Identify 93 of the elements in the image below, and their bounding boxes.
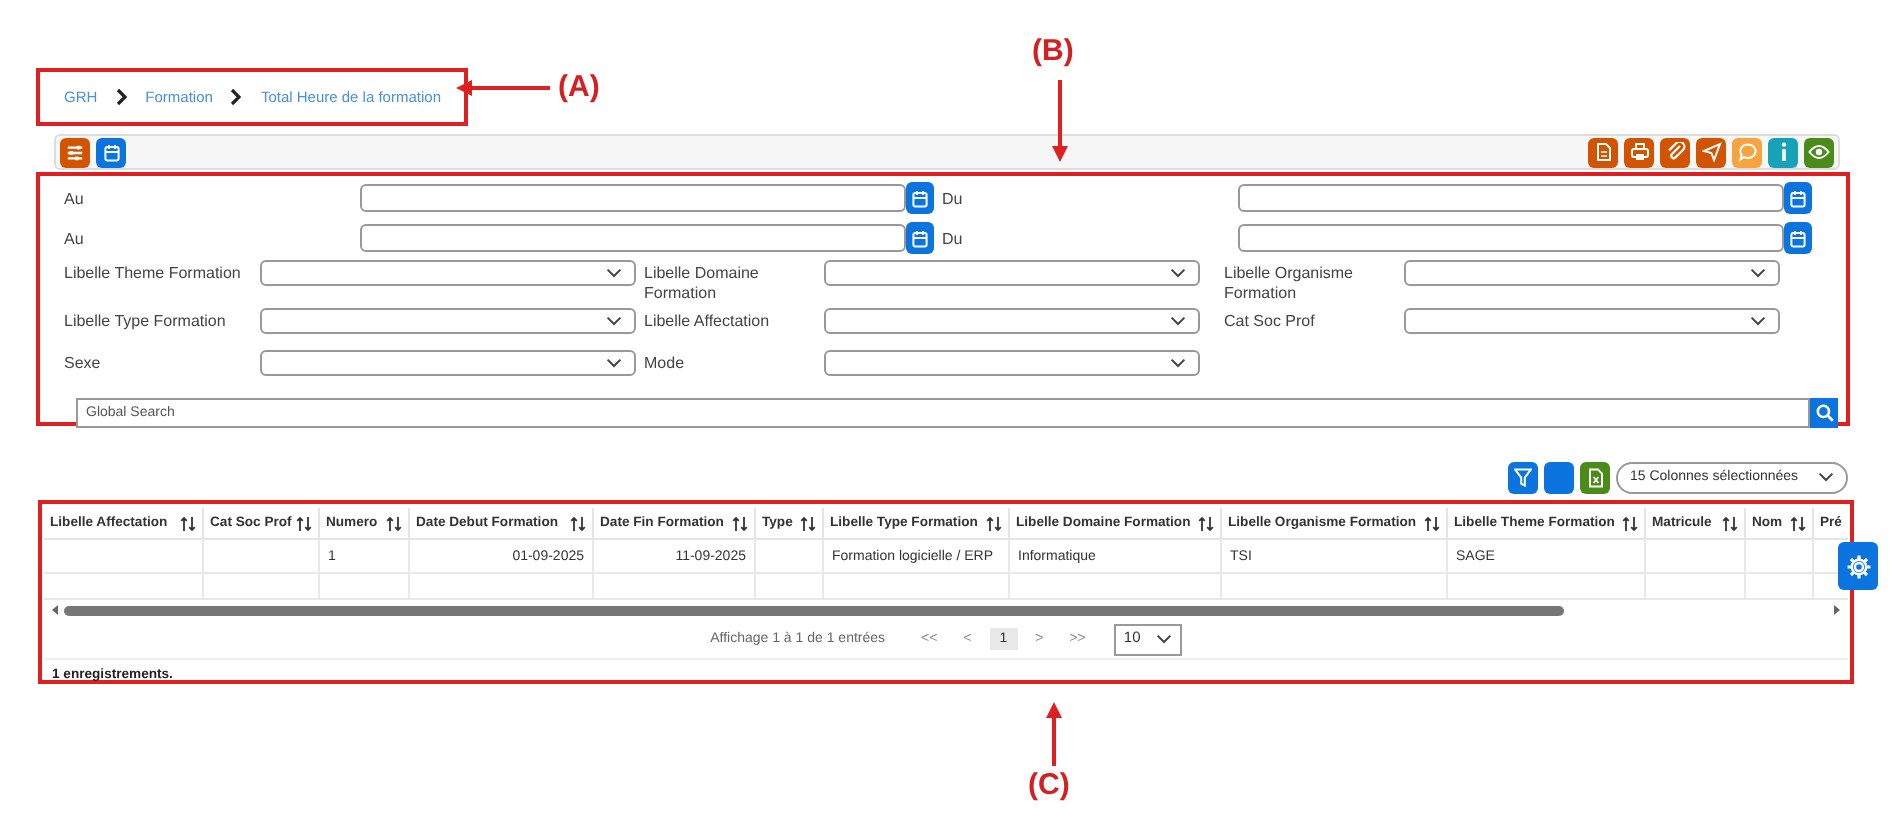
table-cell bbox=[1646, 540, 1746, 574]
sort-icon bbox=[1198, 515, 1214, 531]
toolbar-button[interactable] bbox=[96, 137, 126, 167]
sort-icon bbox=[800, 515, 816, 531]
chevron-down-icon bbox=[1155, 634, 1172, 644]
field-label: Au bbox=[64, 189, 86, 207]
chevron-down-icon bbox=[606, 268, 622, 278]
select-field[interactable] bbox=[260, 350, 636, 376]
annotation-arrow bbox=[1052, 80, 1068, 162]
eye-icon bbox=[1808, 144, 1830, 160]
sort-icon bbox=[1622, 515, 1638, 531]
table-tool-button[interactable] bbox=[1580, 461, 1610, 493]
select-field[interactable] bbox=[824, 350, 1200, 376]
field-label: Au bbox=[64, 229, 86, 247]
field-label: Libelle Domaine Formation bbox=[644, 262, 761, 304]
field-label: Du bbox=[942, 229, 965, 247]
sort-icon bbox=[1722, 515, 1738, 531]
calendar-icon bbox=[103, 143, 119, 161]
select-field[interactable] bbox=[260, 308, 636, 334]
sort-icon bbox=[296, 515, 312, 531]
field-label: Libelle Organisme Formation bbox=[1224, 262, 1355, 304]
toolbar-button[interactable] bbox=[1804, 137, 1834, 167]
calendar-icon bbox=[1790, 189, 1806, 207]
printer-icon bbox=[1629, 142, 1649, 162]
calendar-button[interactable] bbox=[906, 222, 934, 254]
select-field[interactable] bbox=[824, 308, 1200, 334]
toolbar-button[interactable] bbox=[1624, 137, 1654, 167]
table-tool-button[interactable] bbox=[1544, 461, 1574, 493]
date-field[interactable] bbox=[360, 224, 906, 252]
sort-icon bbox=[986, 515, 1002, 531]
date-field[interactable] bbox=[1238, 184, 1784, 212]
field-label: Libelle Type Formation bbox=[64, 310, 228, 332]
calendar-button[interactable] bbox=[1784, 182, 1812, 214]
calendar-icon bbox=[1790, 229, 1806, 247]
select-field[interactable] bbox=[260, 260, 636, 286]
chevron-down-icon bbox=[1818, 472, 1834, 482]
chevron-right-icon bbox=[230, 88, 243, 106]
send-icon bbox=[1701, 142, 1721, 162]
annotation-label: (C) bbox=[1028, 768, 1070, 802]
toolbar-button[interactable] bbox=[60, 137, 90, 167]
spreadsheet-icon bbox=[1587, 467, 1603, 487]
chevron-right-icon bbox=[115, 88, 128, 106]
field-label: Libelle Affectation bbox=[644, 310, 772, 332]
select-field[interactable] bbox=[1404, 308, 1780, 334]
field-label: Cat Soc Prof bbox=[1224, 310, 1317, 332]
search-button[interactable] bbox=[1810, 398, 1838, 428]
settings-button[interactable] bbox=[1838, 542, 1878, 590]
annotation-arrow bbox=[1046, 702, 1062, 766]
sort-icon bbox=[570, 515, 586, 531]
annotation-label: (B) bbox=[1032, 34, 1074, 68]
calendar-button[interactable] bbox=[906, 182, 934, 214]
document-icon bbox=[1593, 142, 1613, 162]
calendar-icon bbox=[912, 189, 928, 207]
toolbar-button[interactable] bbox=[1588, 137, 1618, 167]
paperclip-icon bbox=[1665, 142, 1685, 162]
chevron-down-icon bbox=[1170, 268, 1186, 278]
sort-icon bbox=[386, 515, 402, 531]
table-cell bbox=[756, 540, 824, 574]
sliders-icon bbox=[66, 143, 84, 161]
sort-icon bbox=[1790, 515, 1806, 531]
field-label: Du bbox=[942, 189, 965, 207]
comment-icon bbox=[1737, 142, 1757, 162]
scroll-right-icon[interactable] bbox=[1832, 604, 1842, 616]
calendar-icon bbox=[912, 229, 928, 247]
table-cell bbox=[204, 540, 320, 574]
date-field[interactable] bbox=[1238, 224, 1784, 252]
info-icon bbox=[1779, 142, 1787, 162]
scroll-left-icon[interactable] bbox=[50, 604, 60, 616]
select-field[interactable] bbox=[824, 260, 1200, 286]
toolbar-button[interactable] bbox=[1660, 137, 1690, 167]
sort-icon bbox=[180, 515, 196, 531]
select-field[interactable] bbox=[1404, 260, 1780, 286]
filter-icon bbox=[1514, 467, 1532, 487]
toolbar-button[interactable] bbox=[1768, 137, 1798, 167]
sort-icon bbox=[1424, 515, 1440, 531]
chevron-down-icon bbox=[1170, 316, 1186, 326]
toolbar-button[interactable] bbox=[1696, 137, 1726, 167]
calendar-button[interactable] bbox=[1784, 222, 1812, 254]
search-icon bbox=[1815, 404, 1833, 422]
horizontal-scrollbar[interactable] bbox=[50, 602, 1842, 618]
field-label: Sexe bbox=[64, 352, 103, 374]
chevron-down-icon bbox=[1750, 316, 1766, 326]
field-label: Libelle Theme Formation bbox=[64, 262, 243, 284]
date-field[interactable] bbox=[360, 184, 906, 212]
field-label: Mode bbox=[644, 352, 687, 374]
chevron-down-icon bbox=[1750, 268, 1766, 278]
settings-icon bbox=[1845, 553, 1871, 579]
table-tool-button[interactable] bbox=[1508, 461, 1538, 493]
chevron-down-icon bbox=[606, 316, 622, 326]
chevron-down-icon bbox=[606, 358, 622, 368]
annotation-label: (A) bbox=[558, 70, 600, 104]
sort-icon bbox=[732, 515, 748, 531]
chevron-down-icon bbox=[1170, 358, 1186, 368]
